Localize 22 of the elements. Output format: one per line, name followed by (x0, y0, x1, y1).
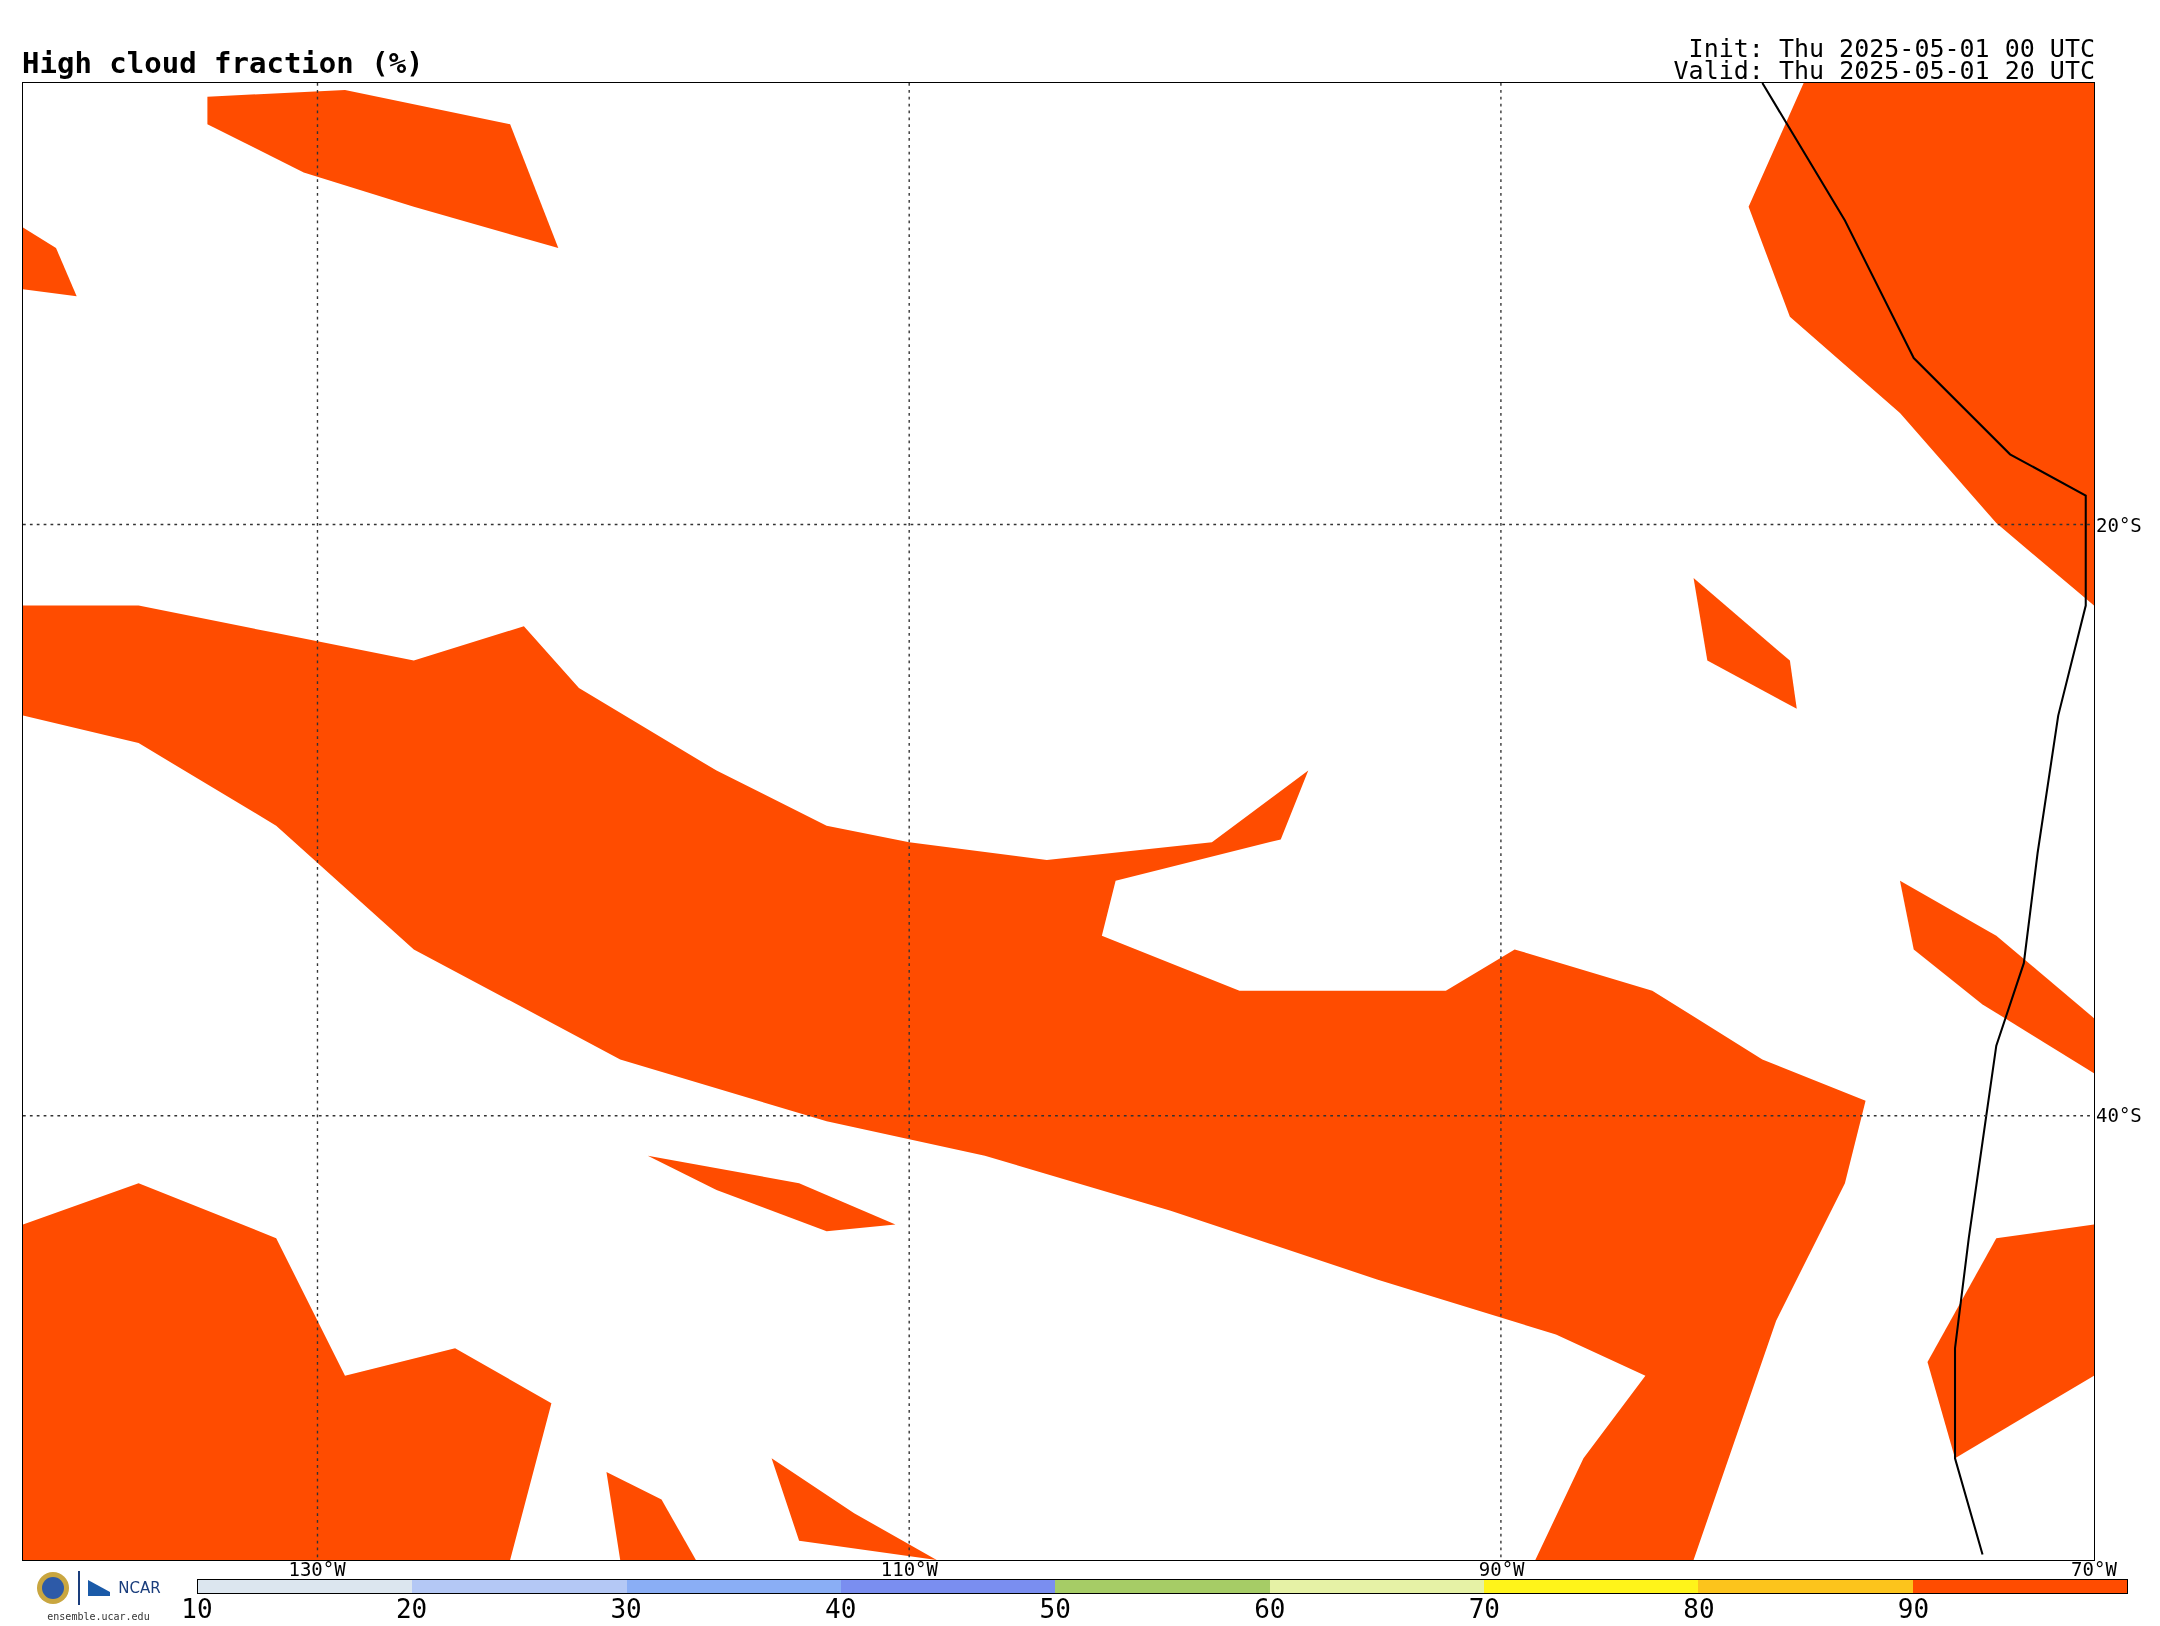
valid-time: Valid: Thu 2025-05-01 20 UTC (1673, 60, 2095, 82)
colorbar-tick-label: 20 (395, 1594, 428, 1624)
brand-name: NCAR (118, 1579, 161, 1597)
colorbar-tick-label: 70 (1468, 1594, 1501, 1624)
longitude-label: 130°W (288, 1560, 346, 1579)
longitude-label: 110°W (880, 1560, 938, 1579)
globe-emblem-icon (36, 1571, 71, 1605)
latitude-label: 40°S (2096, 1104, 2142, 1127)
colorbar-tick-label: 10 (181, 1594, 213, 1624)
colorbar-tick-label: 80 (1683, 1594, 1715, 1624)
longitude-label: 90°W (1478, 1560, 1525, 1579)
colorbar-tick-label: 60 (1254, 1594, 1286, 1624)
colorbar-tick-label: 40 (825, 1594, 857, 1624)
colorbar-tick-label: 30 (610, 1594, 642, 1624)
init-time: Init: Thu 2025-05-01 00 UTC (1688, 38, 2095, 60)
flag-icon (88, 1580, 111, 1596)
colorbar-tick-label: 50 (1039, 1594, 1071, 1624)
longitude-label: 70°W (2071, 1560, 2117, 1579)
site-address: ensemble.ucar.edu (47, 1611, 150, 1622)
latitude-label: 20°S (2096, 513, 2142, 536)
colorbar-tick-label: 90 (1897, 1594, 1930, 1624)
chart-title: High cloud fraction (%) (22, 49, 424, 82)
